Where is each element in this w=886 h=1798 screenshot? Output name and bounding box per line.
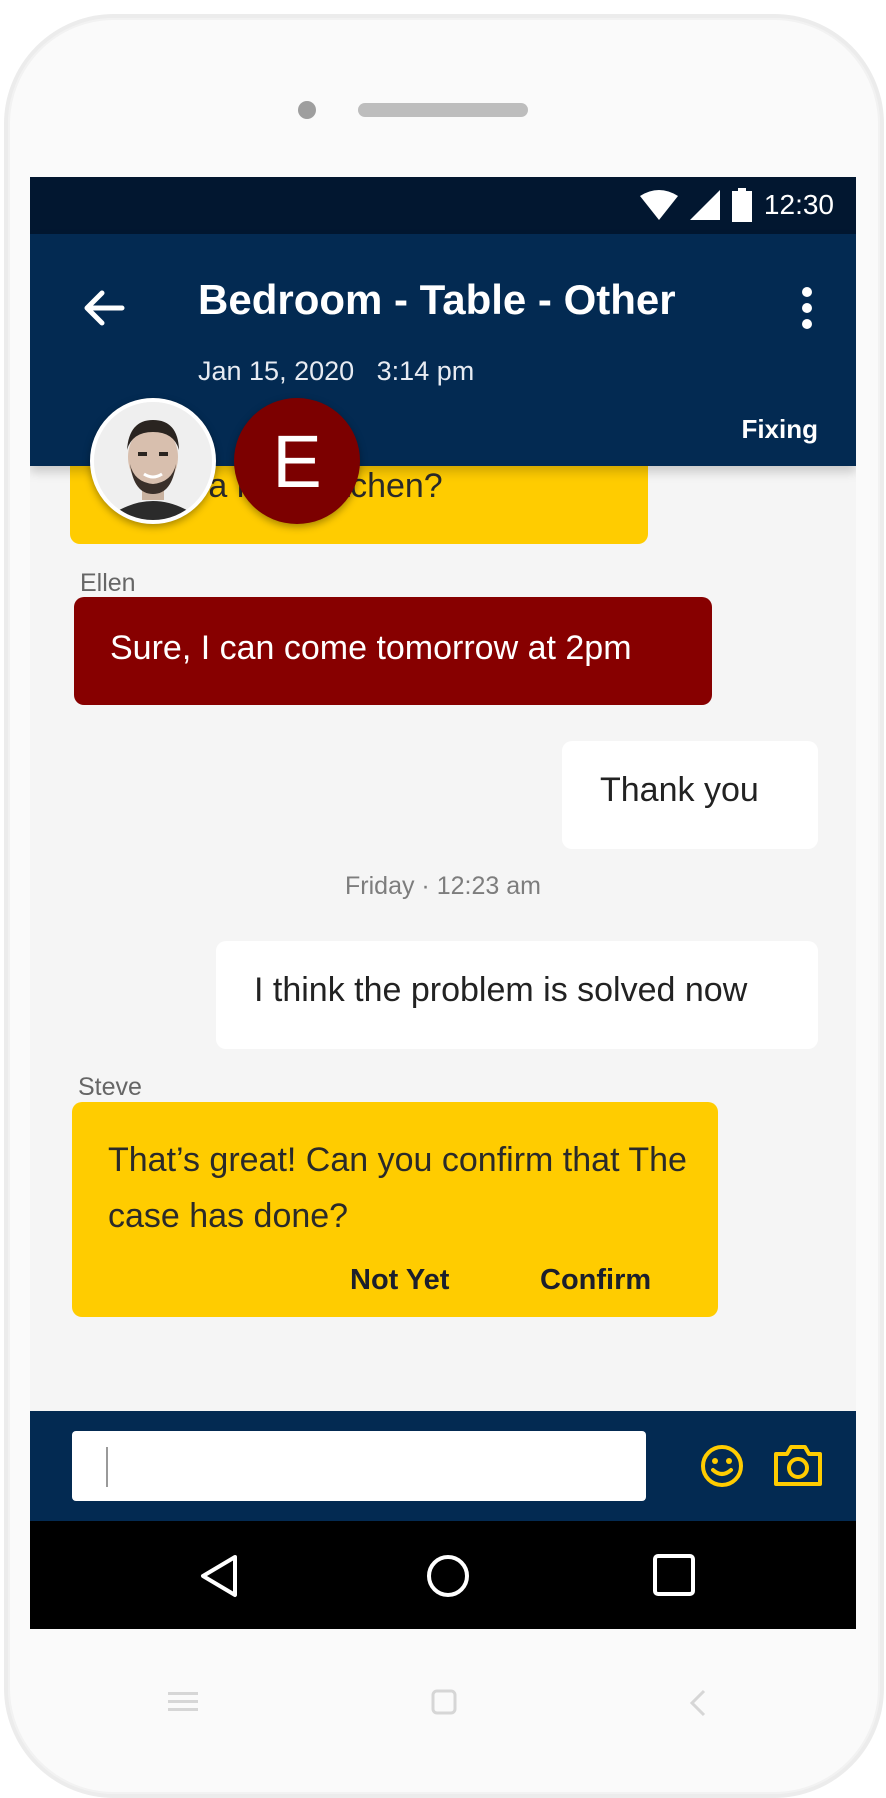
case-datetime: Jan 15, 2020 3:14 pm [198, 356, 474, 387]
camera-icon[interactable] [772, 1442, 824, 1488]
hardware-menu-icon [168, 1692, 198, 1711]
message-timestamp: Friday · 12:23 am [345, 872, 541, 900]
case-time: 3:14 pm [376, 356, 475, 386]
wifi-icon [639, 190, 678, 220]
battery-icon [731, 188, 752, 222]
nav-back-icon[interactable] [195, 1551, 245, 1601]
hardware-home-icon [431, 1689, 457, 1715]
signal-icon [689, 190, 720, 220]
status-badge: Fixing [741, 414, 818, 444]
avatar-ellen[interactable]: E [234, 398, 360, 524]
more-vert-icon[interactable] [792, 278, 822, 338]
earpiece-speaker [358, 103, 528, 117]
message-bubble-steve: That’s great! Can you confirm that The c… [72, 1102, 718, 1317]
message-bubble-solved: I think the problem is solved now [216, 941, 818, 1049]
status-bar: 12:30 [30, 177, 856, 234]
sender-name-ellen: Ellen [80, 569, 136, 597]
system-nav-bar [30, 1521, 856, 1629]
status-time: 12:30 [763, 189, 834, 220]
page-title: Bedroom - Table - Other [198, 276, 676, 323]
emoji-icon[interactable] [700, 1444, 744, 1488]
text-caret [106, 1447, 108, 1487]
avatar-steve[interactable] [90, 398, 216, 524]
message-input[interactable] [72, 1431, 646, 1501]
case-date: Jan 15, 2020 [198, 356, 355, 386]
message-bubble-ellen: Sure, I can come tomorrow at 2pm [74, 597, 712, 705]
nav-home-icon[interactable] [423, 1551, 473, 1601]
sender-name-steve: Steve [78, 1073, 142, 1101]
message-bubble-thanks: Thank you [562, 741, 818, 849]
app-screen: 12:30 Bedroom - Table - Other Jan 15, 20… [30, 177, 856, 1629]
back-arrow-icon[interactable] [74, 278, 134, 338]
nav-recent-icon[interactable] [652, 1553, 696, 1597]
composer-bar [30, 1411, 856, 1521]
person-photo-icon [94, 402, 212, 520]
not-yet-button[interactable]: Not Yet [350, 1264, 449, 1297]
hardware-back-icon [689, 1689, 706, 1717]
front-camera [298, 101, 316, 119]
message-text: That’s great! Can you confirm that The c… [108, 1141, 687, 1235]
confirm-button[interactable]: Confirm [540, 1264, 651, 1297]
